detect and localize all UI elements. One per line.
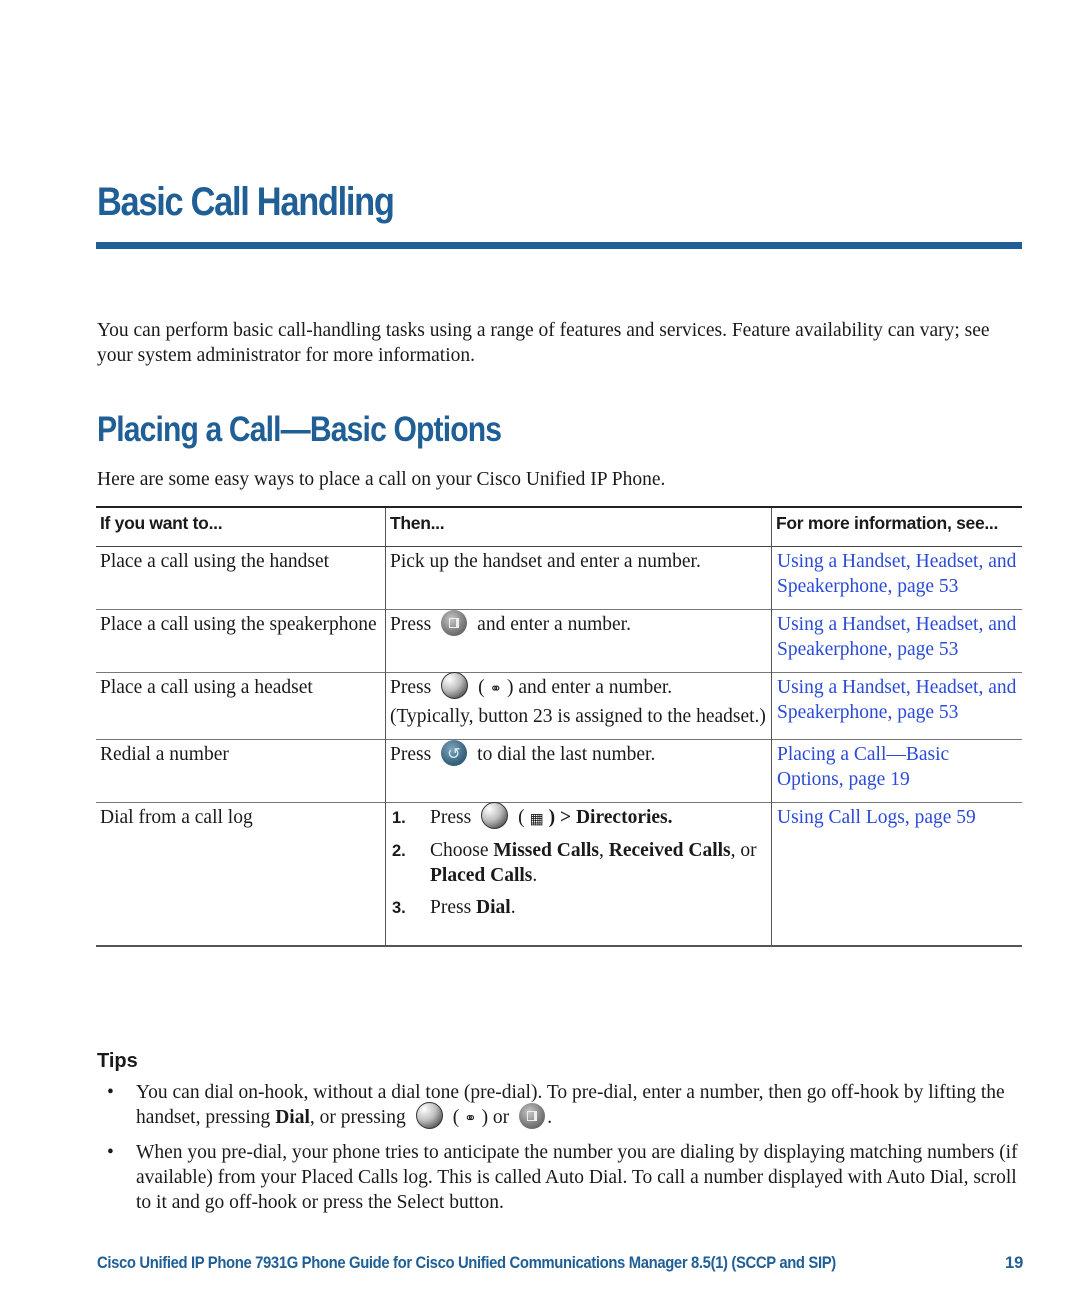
intro-paragraph: You can perform basic call-handling task… <box>97 320 990 366</box>
cell-want: Place a call using the handset <box>96 546 386 610</box>
headset-icon: ⚭ <box>489 679 503 698</box>
link-handset-headset-speakerphone[interactable]: Using a Handset, Headset, and Speakerpho… <box>777 614 1016 660</box>
cell-see: Using a Handset, Headset, and Speakerpho… <box>771 546 1022 610</box>
tips-heading: Tips <box>97 1050 138 1072</box>
table-row: Dial from a call log 1. Press( ▦ ) > Dire… <box>96 802 1022 947</box>
tips-list: You can dial on-hook, without a dial ton… <box>105 1080 1025 1224</box>
col-header-want: If you want to... <box>96 506 386 547</box>
cell-want: Place a call using a headset <box>96 671 386 740</box>
section-lead: Here are some easy ways to place a call … <box>97 469 666 490</box>
table-header-row: If you want to... Then... For more infor… <box>96 506 1022 547</box>
step-item: 1. Press( ▦ ) > Directories. <box>386 802 767 831</box>
cell-see: Using a Handset, Headset, and Speakerpho… <box>771 671 1022 740</box>
link-placing-a-call[interactable]: Placing a Call—Basic Options, page 19 <box>777 744 949 790</box>
cell-want: Dial from a call log <box>96 802 386 947</box>
section-title: Placing a Call—Basic Options <box>97 410 502 449</box>
speaker-button-icon <box>441 609 468 636</box>
speaker-button-icon <box>519 1102 546 1129</box>
page-number: 19 <box>1005 1254 1024 1272</box>
cell-see: Using Call Logs, page 59 <box>771 802 1022 947</box>
tip-item: You can dial on-hook, without a dial ton… <box>105 1080 1025 1131</box>
call-options-table: If you want to... Then... For more infor… <box>96 506 1022 947</box>
footer-title: Cisco Unified IP Phone 7931G Phone Guide… <box>97 1254 836 1272</box>
step-item: 3. Press Dial. <box>392 897 516 919</box>
link-handset-headset-speakerphone[interactable]: Using a Handset, Headset, and Speakerpho… <box>777 551 1016 597</box>
step-item: 2. Choose Missed Calls, Received Calls, o… <box>392 840 757 886</box>
cell-then: 1. Press( ▦ ) > Directories. 2. Choose Mis… <box>385 802 772 947</box>
table-row: Redial a number Pressto dial the last nu… <box>96 739 1022 803</box>
table-row: Place a call using a headset Press( ⚭ ) … <box>96 671 1022 740</box>
headset-note: (Typically, button 23 is assigned to the… <box>390 705 766 727</box>
link-using-call-logs[interactable]: Using Call Logs, page 59 <box>777 807 976 828</box>
cell-want: Redial a number <box>96 739 386 803</box>
headset-icon: ⚭ <box>464 1109 477 1128</box>
chapter-rule <box>96 242 1022 249</box>
col-header-see: For more information, see... <box>771 506 1022 547</box>
cell-then: Press( ⚭ ) and enter a number. (Typicall… <box>385 671 772 740</box>
cell-see: Placing a Call—Basic Options, page 19 <box>771 739 1022 803</box>
session-button-icon <box>481 802 509 830</box>
table-row: Place a call using the speakerphone Pres… <box>96 609 1022 673</box>
directories-icon: ▦ <box>529 809 544 828</box>
link-handset-headset-speakerphone[interactable]: Using a Handset, Headset, and Speakerpho… <box>777 677 1016 723</box>
session-button-icon <box>441 672 469 700</box>
redial-button-icon <box>441 739 468 766</box>
cell-want: Place a call using the speakerphone <box>96 609 386 673</box>
cell-then: Press and enter a number. <box>385 609 772 673</box>
cell-then: Pick up the handset and enter a number. <box>385 546 772 610</box>
tip-item: When you pre-dial, your phone tries to a… <box>105 1140 1025 1215</box>
cell-then: Pressto dial the last number. <box>385 739 772 803</box>
table-row: Place a call using the handset Pick up t… <box>96 546 1022 610</box>
chapter-title: Basic Call Handling <box>97 180 395 224</box>
col-header-then: Then... <box>385 506 772 547</box>
session-button-icon <box>415 1102 443 1130</box>
call-log-steps: 1. Press( ▦ ) > Directories. 2. Choose Mis… <box>386 802 767 920</box>
cell-see: Using a Handset, Headset, and Speakerpho… <box>771 609 1022 673</box>
